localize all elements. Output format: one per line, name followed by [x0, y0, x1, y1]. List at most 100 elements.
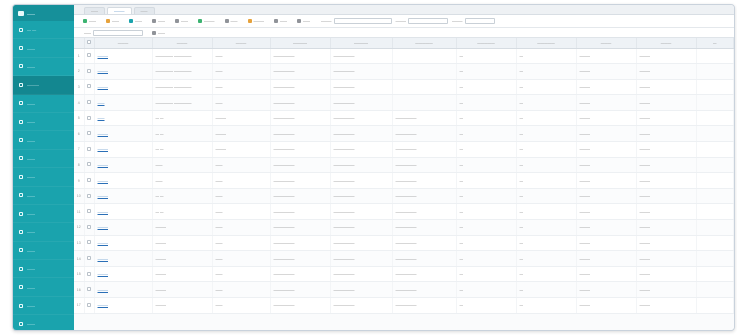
filter-input[interactable]: [464, 18, 495, 24]
sidebar-item[interactable]: ——: [13, 315, 74, 330]
row-checkbox[interactable]: [87, 209, 91, 214]
row-checkbox-cell[interactable]: [84, 63, 95, 80]
table-cell[interactable]: ——: [94, 94, 153, 111]
sidebar-item[interactable]: ——: [13, 205, 74, 224]
toolbar-button[interactable]: ——: [103, 18, 122, 25]
table-row[interactable]: 15 ——— ——— —— —————— —————— —————— — — ——— ———: [74, 266, 734, 283]
table-cell[interactable]: ———: [94, 297, 153, 314]
toolbar-button[interactable]: ———: [195, 18, 218, 25]
table-cell[interactable]: ———: [94, 203, 153, 221]
row-checkbox-cell[interactable]: [84, 297, 95, 314]
row-checkbox[interactable]: [87, 115, 91, 120]
toolbar-button[interactable]: ——: [271, 18, 290, 25]
row-checkbox-cell[interactable]: [84, 94, 95, 111]
table-cell[interactable]: ———: [94, 188, 153, 205]
toolbar-button[interactable]: ——: [80, 18, 99, 25]
table-row[interactable]: 6 ——— — — ——— —————— —————— —————— — — ——— ———: [74, 125, 734, 143]
row-checkbox[interactable]: [87, 84, 91, 89]
sidebar-item[interactable]: ——: [13, 131, 74, 150]
row-checkbox-cell[interactable]: [84, 48, 95, 65]
row-checkbox[interactable]: [87, 193, 91, 198]
table-row[interactable]: 16 ——— ——— —— —————— —————— —————— — — ——— ———: [74, 281, 734, 298]
table-cell[interactable]: ———: [94, 281, 153, 298]
row-checkbox[interactable]: [87, 240, 91, 245]
select-all-checkbox[interactable]: [87, 40, 91, 45]
second-row-button[interactable]: ——: [149, 29, 168, 36]
table-row[interactable]: 8 ——— —— —— —————— —————— —————— — — ——— ———: [74, 157, 734, 174]
table-row[interactable]: 14 ——— ——— —— —————— —————— —————— — — ——— ———: [74, 250, 734, 267]
table-cell[interactable]: ———: [94, 125, 153, 143]
row-checkbox[interactable]: [87, 224, 91, 229]
table-cell[interactable]: ———: [94, 48, 153, 65]
table-cell[interactable]: ——: [94, 110, 153, 127]
column-header[interactable]: [84, 38, 95, 49]
toolbar-button[interactable]: ———: [245, 18, 268, 25]
row-checkbox-cell[interactable]: [84, 172, 95, 189]
table-row[interactable]: 17 ——— ——— —— —————— —————— —————— — — ——— ———: [74, 297, 734, 314]
row-checkbox-cell[interactable]: [84, 250, 95, 267]
table-row[interactable]: 1 ——— ————— ————— —— —————— —————— — — ——— ———: [74, 48, 734, 65]
sidebar-item[interactable]: ——: [13, 242, 74, 261]
table-row[interactable]: 12 ——— ——— —— —————— —————— —————— — — ——— ———: [74, 219, 734, 236]
toolbar-button[interactable]: ——: [126, 18, 145, 25]
sidebar-item[interactable]: ——: [13, 168, 74, 187]
row-checkbox[interactable]: [87, 162, 91, 167]
row-checkbox[interactable]: [87, 178, 91, 183]
table-row[interactable]: 3 ——— ————— ————— —— —————— —————— — — ——— ———: [74, 79, 734, 96]
row-checkbox[interactable]: [87, 287, 91, 292]
table-row[interactable]: 5 —— — — ——— —————— —————— —————— — — ——— ———: [74, 110, 734, 127]
tab[interactable]: ——: [133, 7, 155, 14]
toolbar-button[interactable]: ——: [294, 18, 313, 25]
toolbar-button[interactable]: ——: [222, 18, 241, 25]
sidebar-item[interactable]: — —: [13, 21, 74, 40]
sidebar-item[interactable]: ———: [13, 76, 74, 95]
row-checkbox-cell[interactable]: [84, 266, 95, 283]
sidebar-item[interactable]: ——: [13, 187, 74, 205]
row-checkbox[interactable]: [87, 131, 91, 136]
row-checkbox[interactable]: [87, 53, 91, 58]
table-cell[interactable]: ———: [94, 266, 153, 283]
row-checkbox-cell[interactable]: [84, 141, 95, 158]
sidebar-logo[interactable]: ——: [13, 5, 74, 21]
filter-input[interactable]: [408, 18, 448, 24]
row-checkbox-cell[interactable]: [84, 281, 95, 298]
sidebar-item[interactable]: ——: [13, 150, 74, 169]
row-checkbox-cell[interactable]: [84, 110, 95, 127]
second-row-select[interactable]: [93, 29, 143, 36]
row-checkbox[interactable]: [87, 271, 91, 276]
filter-input[interactable]: [333, 18, 392, 24]
row-checkbox[interactable]: [87, 302, 91, 307]
tab[interactable]: ———: [107, 7, 132, 14]
table-cell[interactable]: ———: [94, 235, 153, 252]
row-checkbox[interactable]: [87, 146, 91, 151]
table-cell[interactable]: ———: [94, 172, 153, 189]
table-row[interactable]: 13 ——— ——— —— —————— —————— —————— — — ——— ———: [74, 235, 734, 252]
table-cell[interactable]: ———: [94, 219, 153, 236]
sidebar-item[interactable]: ——: [13, 297, 74, 316]
row-checkbox[interactable]: [87, 256, 91, 261]
table-cell[interactable]: ———: [94, 157, 153, 174]
row-checkbox-cell[interactable]: [84, 79, 95, 96]
sidebar-item[interactable]: ——: [13, 95, 74, 113]
row-checkbox-cell[interactable]: [84, 157, 95, 174]
sidebar-item[interactable]: ——: [13, 223, 74, 242]
row-checkbox-cell[interactable]: [84, 219, 95, 236]
table-row[interactable]: 7 ——— — — ——— —————— —————— —————— — — ——— ———: [74, 141, 734, 158]
sidebar-item[interactable]: ——: [13, 260, 74, 279]
row-checkbox-cell[interactable]: [84, 125, 95, 143]
table-row[interactable]: 9 ——— —— —— —————— —————— —————— — — ——— ———: [74, 172, 734, 189]
table-cell[interactable]: ———: [94, 63, 153, 80]
table-row[interactable]: 11 ——— — — —— —————— —————— —————— — — ——— ———: [74, 203, 734, 221]
table-cell[interactable]: ———: [94, 250, 153, 267]
table-row[interactable]: 10 ——— — — —— —————— —————— —————— — — ——— ———: [74, 188, 734, 205]
row-checkbox-cell[interactable]: [84, 203, 95, 221]
table-row[interactable]: 2 ——— ————— ————— —— —————— —————— — — ——— ———: [74, 63, 734, 80]
tab[interactable]: ——: [84, 7, 105, 14]
sidebar-item[interactable]: ——: [13, 113, 74, 132]
table-cell[interactable]: ———: [94, 79, 153, 96]
sidebar-item[interactable]: ——: [13, 58, 74, 77]
toolbar-button[interactable]: ——: [172, 18, 191, 25]
table-row[interactable]: 4 —— ————— ————— —— —————— —————— — — ——— ———: [74, 94, 734, 111]
sidebar-item[interactable]: ——: [13, 278, 74, 297]
row-checkbox[interactable]: [87, 100, 91, 105]
